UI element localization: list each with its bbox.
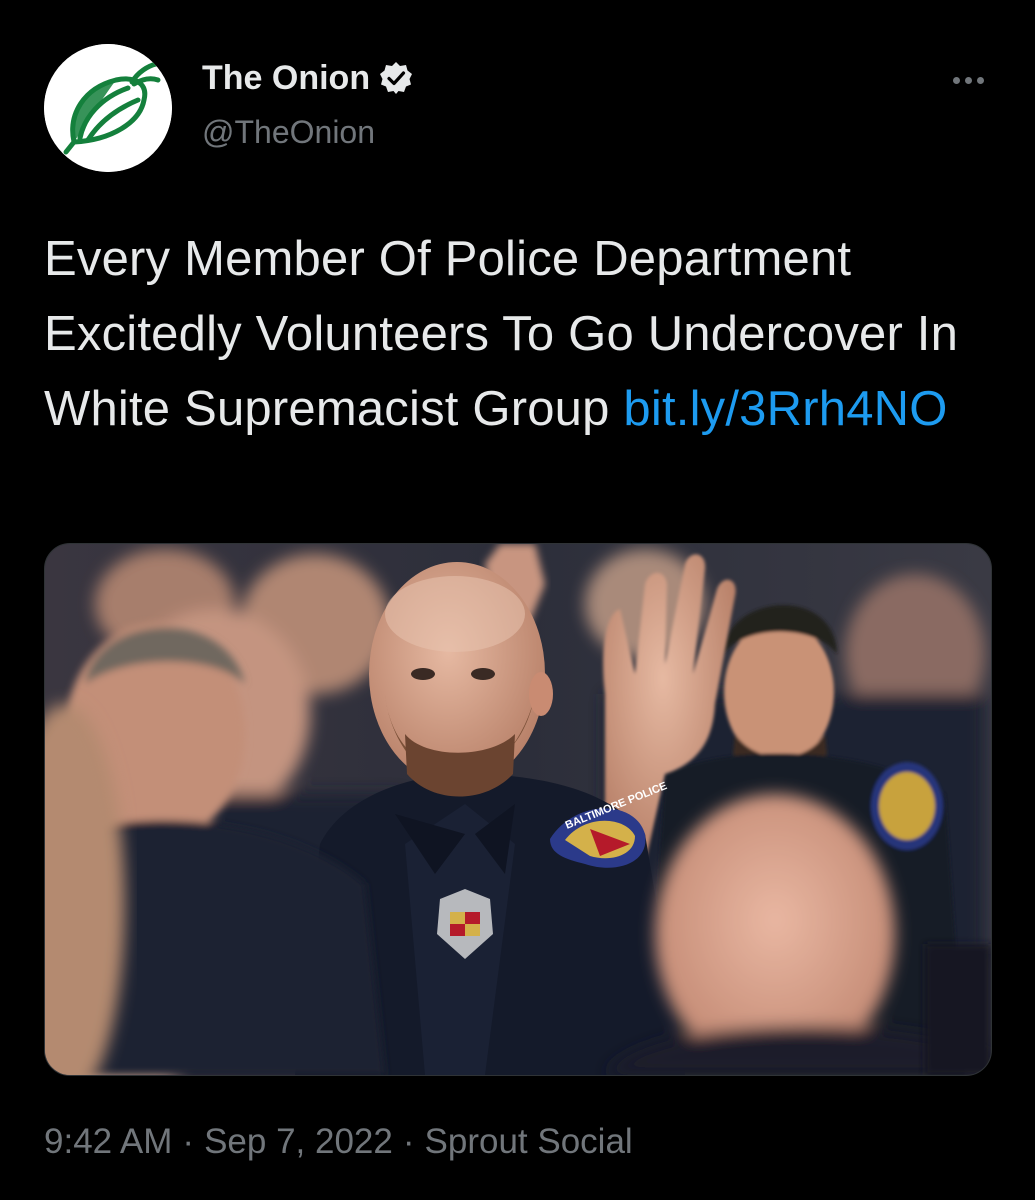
tweet-date[interactable]: Sep 7, 2022 bbox=[204, 1122, 393, 1161]
tweet-source[interactable]: Sprout Social bbox=[425, 1122, 633, 1161]
tweet-media-image[interactable]: BALTIMORE POLICE bbox=[44, 543, 992, 1076]
display-name[interactable]: The Onion bbox=[202, 58, 414, 98]
meta-separator: · bbox=[182, 1122, 195, 1161]
tweet-time[interactable]: 9:42 AM bbox=[44, 1122, 172, 1161]
tweet-link[interactable]: bit.ly/3Rrh4NO bbox=[623, 382, 947, 436]
tweet-meta: 9:42 AM · Sep 7, 2022 · Sprout Social bbox=[44, 1118, 633, 1166]
media-photo: BALTIMORE POLICE bbox=[45, 544, 991, 1075]
display-name-text: The Onion bbox=[202, 59, 371, 97]
more-options-icon[interactable] bbox=[944, 60, 992, 100]
avatar[interactable] bbox=[44, 44, 172, 172]
more-dot bbox=[952, 76, 960, 84]
meta-separator: · bbox=[402, 1122, 415, 1161]
account-handle[interactable]: @TheOnion bbox=[202, 112, 375, 152]
verified-badge-icon bbox=[378, 60, 414, 96]
onion-logo-icon bbox=[44, 44, 172, 172]
tweet-text: Every Member Of Police Department Excite… bbox=[44, 222, 1004, 447]
more-dot bbox=[964, 76, 972, 84]
more-dot bbox=[976, 76, 984, 84]
